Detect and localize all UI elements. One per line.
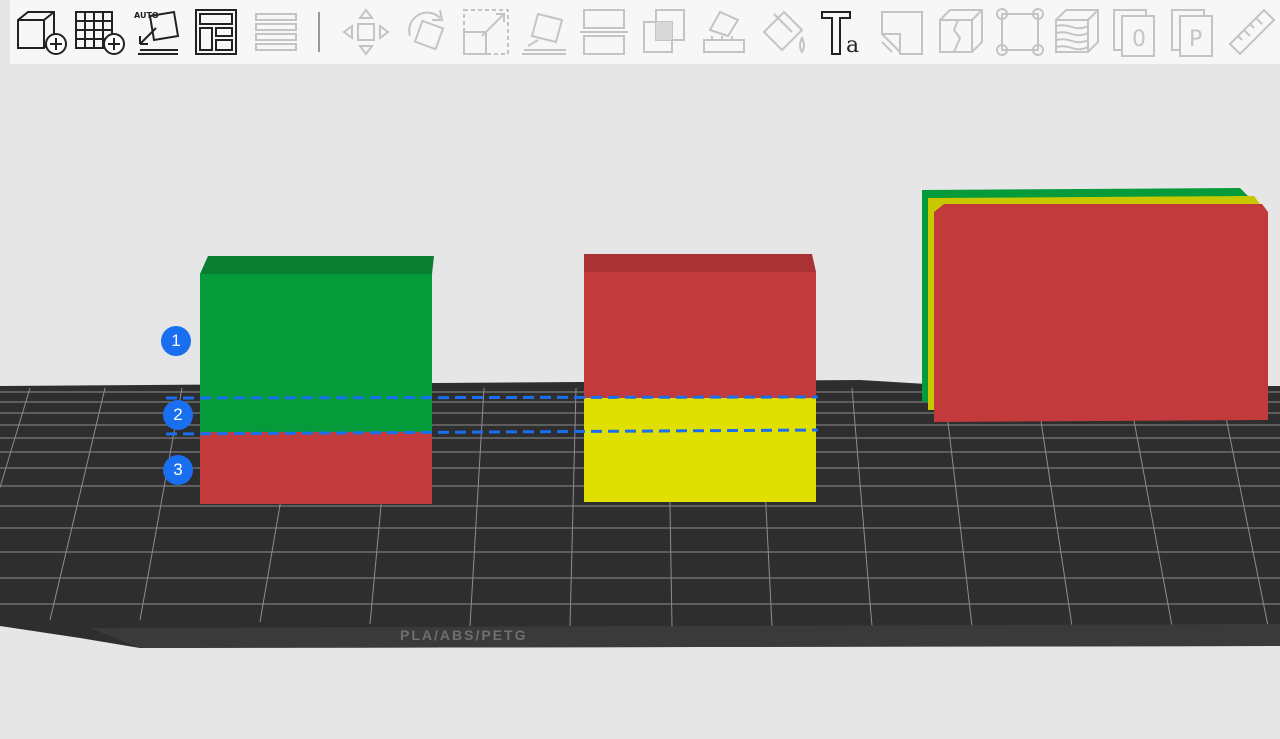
ruler-button[interactable] [1226, 4, 1278, 60]
object-1[interactable] [200, 256, 434, 504]
object-2-red-segment [584, 272, 816, 398]
plate-front-edge [90, 624, 1280, 648]
svg-text:0: 0 [1132, 27, 1146, 52]
layers-icon [255, 13, 297, 51]
split-icon [939, 9, 983, 53]
part-plate-icon: P [1171, 9, 1213, 57]
marker-2[interactable]: 2 [163, 400, 193, 430]
object-2-top [584, 254, 816, 272]
cut-button[interactable] [578, 4, 630, 60]
color-painting-icon [762, 10, 805, 54]
variable-layer-height-icon [1055, 9, 1099, 53]
lay-on-face-icon [522, 12, 566, 55]
add-object-icon [17, 11, 67, 55]
seam-painting-button[interactable] [876, 4, 928, 60]
variable-layer-height-button[interactable] [1052, 4, 1104, 60]
object-3-red-layer [934, 204, 1268, 422]
text-icon: a [821, 11, 859, 58]
measure-bounds-icon [996, 8, 1044, 56]
cut-icon [580, 9, 628, 55]
object-2-yellow-segment [584, 398, 816, 502]
object-2[interactable] [584, 254, 816, 502]
text-button[interactable]: a [818, 4, 870, 60]
object-1-top [200, 256, 434, 274]
add-plate-button[interactable] [72, 4, 125, 60]
arrange-button[interactable] [190, 4, 242, 60]
scale-icon [463, 9, 509, 55]
color-painting-button[interactable] [758, 4, 810, 60]
rotate-button[interactable] [400, 4, 452, 60]
move-icon [342, 8, 390, 56]
toolbar-separator [318, 12, 320, 52]
layers-button[interactable] [250, 4, 302, 60]
seam-painting-icon [881, 11, 923, 55]
3d-viewport[interactable]: PLA/ABS/PETG [0, 64, 1280, 739]
move-button[interactable] [340, 4, 392, 60]
object-1-green-segment [200, 274, 432, 432]
svg-text:a: a [846, 33, 859, 58]
lay-on-face-button[interactable] [518, 4, 570, 60]
marker-3[interactable]: 3 [163, 455, 193, 485]
rotate-icon [408, 9, 445, 51]
auto-orient-button[interactable]: AUTO [130, 4, 182, 60]
boolean-icon [643, 9, 685, 53]
part-plate-button[interactable]: P [1168, 4, 1220, 60]
add-plate-icon [75, 11, 125, 55]
object-3[interactable] [922, 188, 1268, 422]
object-plate-icon: 0 [1113, 9, 1155, 57]
support-painting-icon [703, 10, 745, 53]
add-object-button[interactable] [14, 4, 67, 60]
bed-label: PLA/ABS/PETG [400, 627, 527, 643]
support-painting-button[interactable] [698, 4, 750, 60]
marker-1[interactable]: 1 [161, 326, 191, 356]
object-plate-button[interactable]: 0 [1110, 4, 1162, 60]
auto-orient-icon: AUTO [134, 10, 180, 55]
ruler-icon [1228, 8, 1276, 56]
svg-text:P: P [1189, 27, 1202, 52]
arrange-icon [195, 9, 237, 55]
scale-button[interactable] [460, 4, 512, 60]
split-button[interactable] [936, 4, 988, 60]
measure-bounds-button[interactable] [994, 4, 1046, 60]
main-toolbar: AUTO a 0 P [10, 0, 1280, 64]
boolean-button[interactable] [638, 4, 690, 60]
object-1-red-segment [200, 432, 432, 504]
